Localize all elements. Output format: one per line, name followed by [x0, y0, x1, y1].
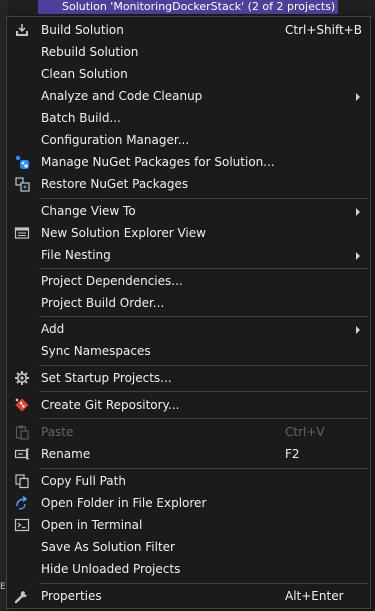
- menu-item-label: Save As Solution Filter: [41, 540, 175, 554]
- menu-item-set-startup-projects[interactable]: Set Startup Projects...: [7, 367, 370, 389]
- menu-item-label: Open in Terminal: [41, 518, 143, 532]
- solution-context-menu: Build Solution Ctrl+Shift+B Rebuild Solu…: [6, 16, 371, 609]
- menu-separator: [39, 468, 368, 469]
- menu-item-open-in-terminal[interactable]: Open in Terminal: [7, 514, 370, 536]
- menu-item-paste[interactable]: Paste Ctrl+V: [7, 421, 370, 443]
- menu-item-label: Sync Namespaces: [41, 344, 151, 358]
- menu-item-label: Configuration Manager...: [41, 133, 190, 147]
- menu-item-analyze-code-cleanup[interactable]: Analyze and Code Cleanup: [7, 85, 370, 107]
- menu-item-label: Paste: [41, 425, 74, 439]
- menu-item-label: Properties: [41, 589, 102, 603]
- menu-item-label: Rebuild Solution: [41, 45, 139, 59]
- menu-separator: [39, 316, 368, 317]
- menu-separator: [39, 198, 368, 199]
- terminal-icon: [13, 516, 31, 534]
- menu-item-label: Clean Solution: [41, 67, 128, 81]
- menu-item-restore-nuget[interactable]: Restore NuGet Packages: [7, 173, 370, 195]
- paste-icon: [13, 423, 31, 441]
- menu-item-build-solution[interactable]: Build Solution Ctrl+Shift+B: [7, 19, 370, 41]
- submenu-arrow-icon: [356, 93, 360, 101]
- menu-item-label: New Solution Explorer View: [41, 226, 206, 240]
- copy-icon: [13, 472, 31, 490]
- menu-item-project-dependencies[interactable]: Project Dependencies...: [7, 270, 370, 292]
- menu-item-hide-unloaded-projects[interactable]: Hide Unloaded Projects: [7, 558, 370, 580]
- menu-item-properties[interactable]: Properties Alt+Enter: [7, 585, 370, 607]
- menu-item-rebuild-solution[interactable]: Rebuild Solution: [7, 41, 370, 63]
- submenu-arrow-icon: [356, 326, 360, 334]
- menu-separator: [39, 391, 368, 392]
- menu-item-shortcut: Alt+Enter: [285, 589, 344, 603]
- menu-item-sync-namespaces[interactable]: Sync Namespaces: [7, 340, 370, 362]
- menu-item-label: Add: [41, 322, 65, 336]
- gear-icon: [13, 369, 31, 387]
- wrench-icon: [13, 587, 31, 605]
- menu-item-change-view-to[interactable]: Change View To: [7, 200, 370, 222]
- build-icon: [13, 21, 31, 39]
- git-icon: [13, 396, 31, 414]
- menu-item-label: Rename: [41, 447, 91, 461]
- rename-icon: [13, 445, 31, 463]
- open-folder-icon: [13, 494, 31, 512]
- menu-item-label: Change View To: [41, 204, 136, 218]
- menu-item-label: Manage NuGet Packages for Solution...: [41, 155, 275, 169]
- menu-item-label: Set Startup Projects...: [41, 371, 172, 385]
- submenu-arrow-icon: [356, 208, 360, 216]
- menu-item-project-build-order[interactable]: Project Build Order...: [7, 292, 370, 314]
- menu-item-open-folder[interactable]: Open Folder in File Explorer: [7, 492, 370, 514]
- menu-item-manage-nuget[interactable]: Manage NuGet Packages for Solution...: [7, 151, 370, 173]
- menu-item-clean-solution[interactable]: Clean Solution: [7, 63, 370, 85]
- menu-item-new-solution-explorer-view[interactable]: New Solution Explorer View: [7, 222, 370, 244]
- menu-item-label: Analyze and Code Cleanup: [41, 89, 203, 103]
- menu-item-create-git-repository[interactable]: Create Git Repository...: [7, 394, 370, 416]
- menu-item-shortcut: F2: [285, 447, 300, 461]
- menu-item-label: File Nesting: [41, 248, 111, 262]
- menu-separator: [39, 268, 368, 269]
- menu-item-file-nesting[interactable]: File Nesting: [7, 244, 370, 266]
- nuget-icon: [13, 153, 31, 171]
- window-icon: [13, 224, 31, 242]
- menu-item-label: Copy Full Path: [41, 474, 126, 488]
- menu-item-configuration-manager[interactable]: Configuration Manager...: [7, 129, 370, 151]
- menu-item-label: Project Dependencies...: [41, 274, 183, 288]
- menu-item-label: Hide Unloaded Projects: [41, 562, 181, 576]
- menu-item-shortcut: Ctrl+V: [285, 425, 325, 439]
- menu-item-batch-build[interactable]: Batch Build...: [7, 107, 370, 129]
- menu-item-label: Open Folder in File Explorer: [41, 496, 207, 510]
- restore-icon: [13, 175, 31, 193]
- menu-item-label: Batch Build...: [41, 111, 121, 125]
- solution-header-node[interactable]: Solution 'MonitoringDockerStack' (2 of 2…: [38, 0, 338, 14]
- menu-item-rename[interactable]: Rename F2: [7, 443, 370, 465]
- menu-item-shortcut: Ctrl+Shift+B: [285, 23, 362, 37]
- menu-separator: [39, 418, 368, 419]
- menu-item-label: Build Solution: [41, 23, 124, 37]
- menu-item-copy-full-path[interactable]: Copy Full Path: [7, 470, 370, 492]
- menu-item-label: Project Build Order...: [41, 296, 165, 310]
- menu-separator: [39, 365, 368, 366]
- menu-item-save-as-solution-filter[interactable]: Save As Solution Filter: [7, 536, 370, 558]
- submenu-arrow-icon: [356, 252, 360, 260]
- context-menu-screen: ED Solution 'MonitoringDockerStack' (2 o…: [0, 0, 375, 611]
- menu-item-add[interactable]: Add: [7, 318, 370, 340]
- menu-separator: [39, 583, 368, 584]
- menu-item-label: Create Git Repository...: [41, 398, 180, 412]
- menu-item-label: Restore NuGet Packages: [41, 177, 189, 191]
